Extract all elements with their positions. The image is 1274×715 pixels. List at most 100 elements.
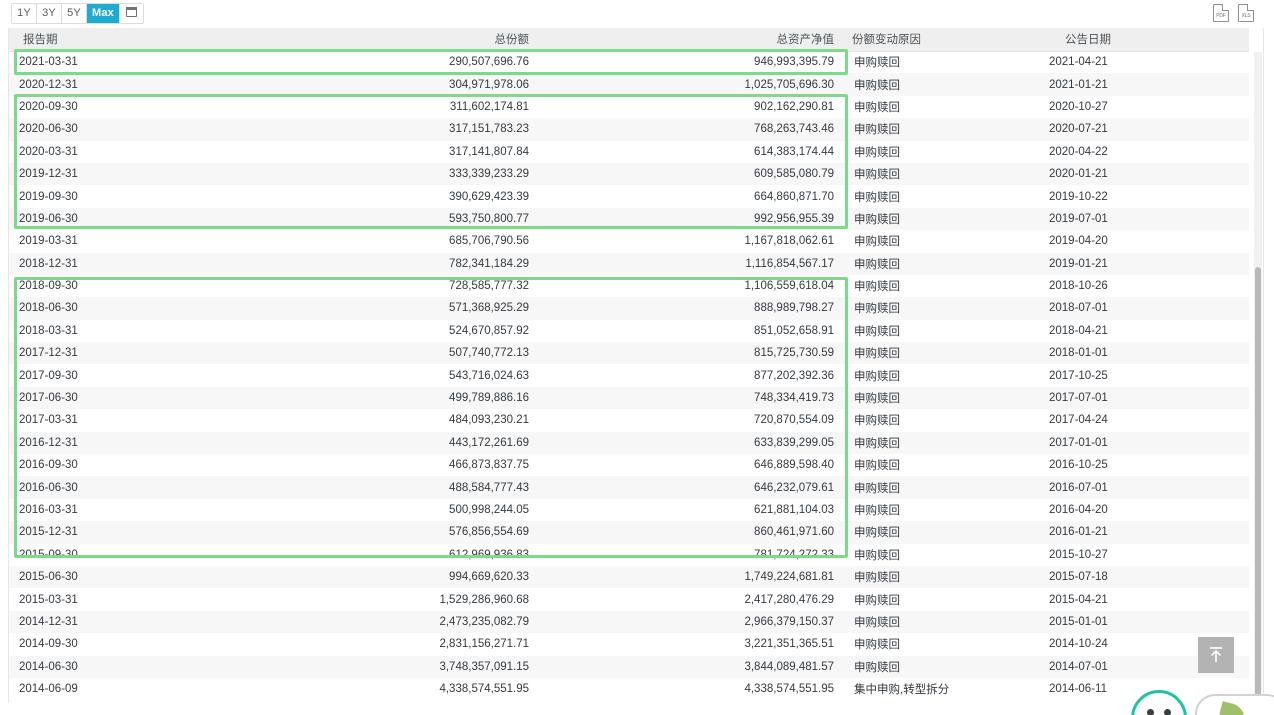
cell-report-date: 2018-03-31 (19, 324, 78, 337)
cell-total-nav: 3,844,089,481.57 (744, 660, 834, 673)
cell-announce-date: 2021-04-21 (1049, 56, 1108, 69)
table-row[interactable]: 2018-12-31 782,341,184.29 1,116,854,567.17… (9, 252, 1249, 275)
cell-total-nav: 720,870,554.09 (754, 414, 834, 427)
table-row[interactable]: 2016-06-30 488,584,777.43 646,232,079.61 申购… (9, 476, 1249, 499)
table-row[interactable]: 2019-06-30 593,750,800.77 992,956,955.39 申购… (9, 207, 1249, 231)
cell-report-date: 2018-06-30 (19, 302, 78, 315)
cell-report-date: 2019-03-31 (19, 235, 78, 248)
table-row[interactable]: 2015-09-30 612,969,936.83 781,724,272.33 申购… (9, 543, 1249, 566)
scroll-to-top-button[interactable] (1198, 637, 1234, 673)
cell-total-nav: 992,956,955.39 (754, 212, 834, 225)
column-header-report-date[interactable]: 报告期 (9, 28, 229, 52)
table-row[interactable]: 2017-03-31 484,093,230.21 720,870,554.09 申购… (9, 409, 1249, 432)
cell-report-date: 2015-09-30 (19, 548, 78, 561)
cell-total-shares: 499,789,886.16 (449, 392, 529, 405)
range-button-5y[interactable]: 5Y (62, 4, 87, 23)
cell-change-reason: 申购赎回 (854, 169, 900, 182)
cell-report-date: 2014-06-30 (19, 660, 78, 673)
cell-announce-date: 2016-01-21 (1049, 526, 1108, 539)
scroll-to-top-icon (1210, 647, 1222, 662)
cell-total-shares: 333,339,233.29 (449, 168, 529, 181)
column-header-total-nav[interactable]: 总资产净值 (539, 28, 844, 52)
cell-announce-date: 2020-10-27 (1049, 100, 1108, 113)
cell-change-reason: 申购赎回 (854, 101, 900, 114)
table-row[interactable]: 2016-12-31 443,172,261.69 633,839,299.05 申购… (9, 431, 1249, 455)
cell-report-date: 2019-12-31 (19, 168, 78, 181)
leaf-icon (1216, 701, 1248, 715)
table-body: 2021-03-31 290,507,696.76 946,993,395.79 申购… (9, 51, 1249, 701)
table-row[interactable]: 2015-12-31 576,856,554.69 860,461,971.60 申购… (9, 521, 1249, 544)
table-row[interactable]: 2014-06-30 3,748,357,091.15 3,844,089,481.… (9, 655, 1249, 678)
cell-report-date: 2014-09-30 (19, 638, 78, 651)
table-row[interactable]: 2018-03-31 524,670,857.92 851,052,658.91 申购… (9, 319, 1249, 343)
cell-change-reason: 申购赎回 (854, 437, 900, 450)
cell-total-shares: 500,998,244.05 (449, 504, 529, 516)
table-row[interactable]: 2017-12-31 507,740,772.13 815,725,730.59 申购… (9, 342, 1249, 365)
cell-total-nav: 851,052,658.91 (754, 324, 834, 337)
table-row[interactable]: 2020-09-30 311,602,174.81 902,162,290.81 申购… (9, 95, 1249, 119)
cell-total-nav: 664,860,871.70 (754, 190, 834, 203)
cell-change-reason: 申购赎回 (854, 146, 900, 159)
range-button-3y[interactable]: 3Y (37, 4, 62, 23)
cell-total-nav: 781,724,272.33 (754, 548, 834, 561)
cell-report-date: 2018-12-31 (19, 257, 78, 270)
cell-total-nav: 815,725,730.59 (754, 347, 834, 360)
table-row[interactable]: 2016-03-31 500,998,244.05 621,881,104.03 申购… (9, 498, 1249, 522)
cell-change-reason: 申购赎回 (854, 79, 900, 92)
table-row[interactable]: 2015-03-31 1,529,286,960.68 2,417,280,476.… (9, 588, 1249, 611)
cell-total-nav: 1,167,818,062.61 (744, 235, 834, 248)
cell-change-reason: 申购赎回 (854, 616, 900, 629)
calendar-icon (126, 7, 137, 17)
table-row[interactable]: 2019-09-30 390,629,423.39 664,860,871.70 申购… (9, 185, 1249, 208)
table-row[interactable]: 2015-06-30 994,669,620.33 1,749,224,681.81… (9, 565, 1249, 589)
cell-report-date: 2019-09-30 (19, 190, 78, 203)
vertical-scrollbar-track[interactable] (1254, 52, 1262, 706)
table-row[interactable]: 2020-12-31 304,971,978.06 1,025,705,696.30… (9, 73, 1249, 96)
column-header-announce-date[interactable]: 公告日期 (1039, 28, 1249, 52)
cell-report-date: 2015-12-31 (19, 526, 78, 539)
cell-total-nav: 768,263,743.46 (754, 123, 834, 136)
xls-export-icon[interactable]: XLS (1238, 4, 1254, 22)
cell-announce-date: 2021-01-21 (1049, 78, 1108, 91)
table-row[interactable]: 2018-06-30 571,368,925.29 888,989,798.27 申购… (9, 297, 1249, 320)
table-row[interactable]: 2019-03-31 685,706,790.56 1,167,818,062.61… (9, 230, 1249, 253)
cell-report-date: 2018-09-30 (19, 280, 78, 293)
cell-total-nav: 646,889,598.40 (754, 459, 834, 472)
cell-total-nav: 902,162,290.81 (754, 100, 834, 113)
calendar-picker-button[interactable] (120, 4, 143, 23)
table-row[interactable]: 2014-09-30 2,831,156,271.71 3,221,351,365.… (9, 633, 1249, 656)
table-row[interactable]: 2020-03-31 317,141,807.84 614,383,174.44 申购… (9, 140, 1249, 163)
table-row[interactable]: 2021-03-31 290,507,696.76 946,993,395.79 申购… (9, 51, 1249, 74)
cell-change-reason: 申购赎回 (854, 303, 900, 316)
range-button-1y[interactable]: 1Y (12, 4, 37, 23)
table-row[interactable]: 2017-09-30 543,716,024.63 877,202,392.36 申购… (9, 364, 1249, 387)
table-row[interactable]: 2019-12-31 333,339,233.29 609,585,080.79 申购… (9, 162, 1249, 186)
table-row[interactable]: 2014-12-31 2,473,235,082.79 2,966,379,150.… (9, 610, 1249, 634)
table-row[interactable]: 2018-09-30 728,585,777.32 1,106,559,618.04… (9, 274, 1249, 298)
table-row[interactable]: 2017-06-30 499,789,886.16 748,334,419.73 申购… (9, 386, 1249, 410)
time-range-selector[interactable]: 1Y 3Y 5Y Max (11, 3, 144, 24)
cell-total-nav: 609,585,080.79 (754, 168, 834, 181)
cell-total-shares: 728,585,777.32 (449, 280, 529, 293)
range-button-max[interactable]: Max (87, 4, 120, 23)
table-row[interactable]: 2014-06-09 4,338,574,551.95 4,338,574,551.… (9, 677, 1249, 701)
cell-change-reason: 申购赎回 (854, 415, 900, 428)
column-header-change-reason[interactable]: 份额变动原因 (844, 28, 1039, 52)
cell-announce-date: 2015-07-18 (1049, 571, 1108, 584)
cell-report-date: 2017-06-30 (19, 392, 78, 405)
table-row[interactable]: 2020-06-30 317,151,783.23 768,263,743.46 申购… (9, 118, 1249, 141)
cell-report-date: 2019-06-30 (19, 212, 78, 225)
cell-announce-date: 2015-01-01 (1049, 615, 1108, 628)
cell-change-reason: 申购赎回 (854, 482, 900, 495)
cell-total-nav: 1,116,854,567.17 (745, 257, 834, 270)
cell-announce-date: 2016-10-25 (1049, 459, 1108, 472)
cell-total-shares: 317,141,807.84 (449, 145, 529, 158)
cell-change-reason: 申购赎回 (854, 505, 900, 517)
chat-widget-bubble[interactable] (1195, 694, 1274, 715)
vertical-scrollbar-thumb[interactable] (1255, 267, 1261, 697)
table-row[interactable]: 2016-09-30 466,873,837.75 646,889,598.40 申购… (9, 454, 1249, 477)
column-header-total-shares[interactable]: 总份额 (229, 28, 539, 52)
pdf-export-icon[interactable]: PDF (1213, 4, 1229, 22)
cell-announce-date: 2017-04-24 (1049, 414, 1108, 427)
cell-announce-date: 2015-10-27 (1049, 548, 1108, 561)
